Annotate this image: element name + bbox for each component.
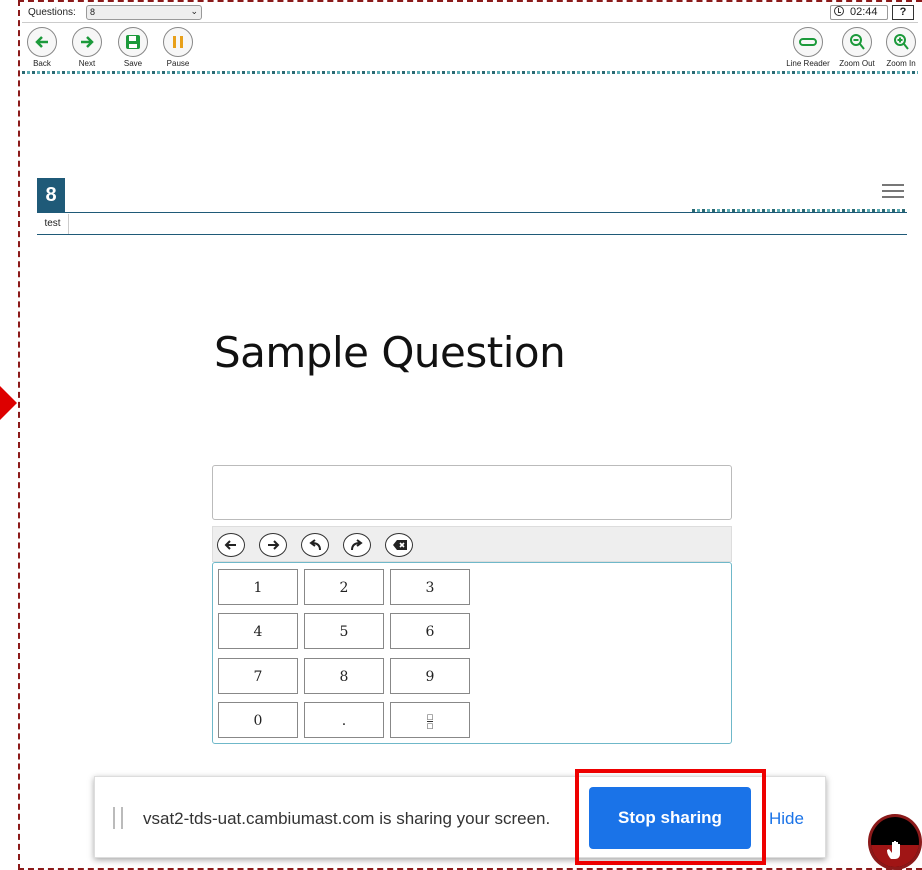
question-title: Sample Question <box>214 328 566 377</box>
answer-input[interactable] <box>212 465 732 520</box>
question-number: 8 <box>37 178 65 212</box>
key-fraction[interactable]: □ □ <box>390 702 470 738</box>
key-3[interactable]: 3 <box>390 569 470 605</box>
assistant-bubble[interactable] <box>868 814 922 870</box>
key-8[interactable]: 8 <box>304 658 384 694</box>
key-6[interactable]: 6 <box>390 613 470 649</box>
questions-select-value: 8 <box>90 7 96 17</box>
key-0[interactable]: 0 <box>218 702 298 738</box>
hamburger-menu-icon[interactable] <box>882 184 904 198</box>
pause-icon <box>173 36 183 48</box>
question-tag: test <box>37 214 69 234</box>
share-message: vsat2-tds-uat.cambiumast.com is sharing … <box>143 809 551 828</box>
next-label: Next <box>78 59 96 68</box>
save-label: Save <box>123 59 143 68</box>
move-right-icon <box>268 540 280 550</box>
pause-button[interactable]: Pause <box>155 27 201 68</box>
zoom-in-label: Zoom In <box>886 59 916 68</box>
move-left-button[interactable] <box>217 533 245 557</box>
backspace-icon <box>393 540 407 550</box>
chevron-updown-icon: ⌄ <box>190 6 198 16</box>
key-4[interactable]: 4 <box>218 613 298 649</box>
questions-label: Questions: <box>28 7 76 18</box>
line-reader-icon <box>799 38 817 46</box>
question-header-line-bottom <box>37 234 907 235</box>
key-9[interactable]: 9 <box>390 658 470 694</box>
highlight-box <box>575 769 766 865</box>
questions-select[interactable]: 8 ⌄ <box>86 5 202 20</box>
pointer-arrow-icon <box>0 386 17 420</box>
keypad: 1 2 3 4 5 6 7 8 9 0 . □ □ <box>212 562 732 744</box>
keypad-toolbar <box>212 526 732 562</box>
undo-button[interactable] <box>301 533 329 557</box>
key-2[interactable]: 2 <box>304 569 384 605</box>
back-label: Back <box>33 59 51 68</box>
line-reader-label: Line Reader <box>786 59 830 68</box>
fraction-icon: □ □ <box>426 712 434 730</box>
key-decimal[interactable]: . <box>304 702 384 738</box>
next-button[interactable]: Next <box>64 27 110 68</box>
zoom-out-label: Zoom Out <box>839 59 875 68</box>
zoom-in-button[interactable]: Zoom In <box>878 27 922 68</box>
redo-icon <box>351 539 363 551</box>
pause-label: Pause <box>166 59 190 68</box>
timer: 02:44 <box>830 5 888 20</box>
zoom-out-button[interactable]: Zoom Out <box>834 27 880 68</box>
hide-link[interactable]: Hide <box>769 809 804 829</box>
key-7[interactable]: 7 <box>218 658 298 694</box>
move-right-button[interactable] <box>259 533 287 557</box>
zoom-out-icon <box>850 34 865 50</box>
clock-icon <box>834 6 844 16</box>
help-button[interactable]: ? <box>892 5 914 20</box>
undo-icon <box>309 539 321 551</box>
top-bar: Questions: 8 ⌄ 02:44 ? <box>22 4 918 23</box>
save-icon <box>126 35 140 49</box>
toolbar: Back Next Save Pause Line Reader Zoom Ou… <box>22 24 918 74</box>
key-1[interactable]: 1 <box>218 569 298 605</box>
toolbar-divider <box>22 71 918 74</box>
key-5[interactable]: 5 <box>304 613 384 649</box>
redo-button[interactable] <box>343 533 371 557</box>
arrow-left-icon <box>35 36 48 48</box>
line-reader-button[interactable]: Line Reader <box>785 27 831 68</box>
zoom-in-icon <box>894 34 909 50</box>
move-left-icon <box>224 540 236 550</box>
drag-handle-icon[interactable] <box>113 807 123 829</box>
save-button[interactable]: Save <box>110 27 156 68</box>
question-header-line <box>37 212 907 213</box>
backspace-button[interactable] <box>385 533 413 557</box>
timer-value: 02:44 <box>850 6 878 18</box>
hand-icon <box>887 841 900 859</box>
back-button[interactable]: Back <box>19 27 65 68</box>
arrow-right-icon <box>81 36 94 48</box>
